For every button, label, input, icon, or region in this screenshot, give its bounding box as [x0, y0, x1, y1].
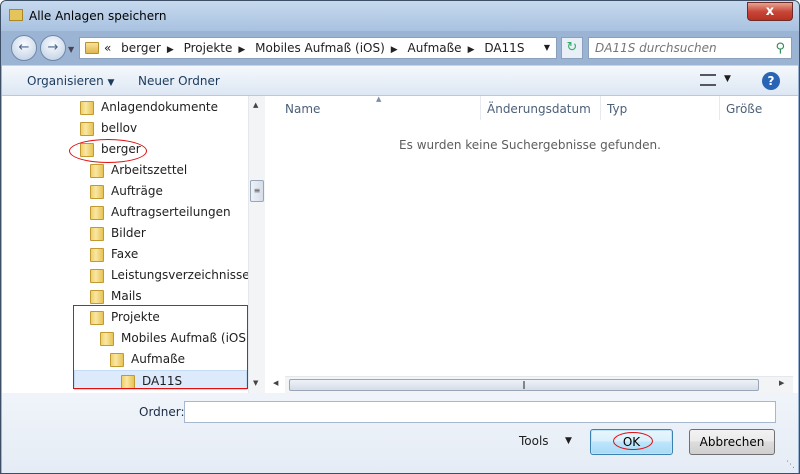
- dialog-body: Anlagendokumente bellov berger Arbeitsze…: [2, 95, 798, 393]
- tree-item-label: Faxe: [111, 247, 139, 261]
- tree-item-faxe[interactable]: Faxe: [90, 244, 138, 264]
- scroll-right-icon[interactable]: ▶: [779, 379, 784, 387]
- breadcrumb-overflow[interactable]: «: [104, 41, 111, 55]
- resize-grip-icon[interactable]: ⋱: [786, 460, 795, 470]
- close-button[interactable]: x: [747, 2, 793, 21]
- tree-item-label: Anlagendokumente: [101, 100, 219, 114]
- chevron-right-icon[interactable]: ▶: [167, 45, 174, 55]
- breadcrumb: « berger ▶ Projekte ▶ Mobiles Aufmaß (iOS)…: [104, 41, 530, 55]
- tree-scrollbar[interactable]: ▲ ≡ ▼: [248, 96, 265, 393]
- tree-item-label: bellov: [101, 121, 138, 135]
- address-row: ← → ▼ « berger ▶ Projekte ▶ Mobiles Aufmaß…: [1, 31, 799, 63]
- folder-icon: [90, 184, 104, 199]
- cancel-button[interactable]: Abbrechen: [689, 429, 775, 455]
- title-bar[interactable]: Alle Anlagen speichern x: [1, 1, 799, 31]
- column-divider[interactable]: [719, 96, 720, 120]
- tree-item-bellov[interactable]: bellov: [80, 118, 137, 138]
- tree-item-label: Auftragserteilungen: [111, 205, 231, 219]
- chevron-right-icon[interactable]: ▶: [391, 45, 398, 55]
- tree-item-label: Bilder: [111, 226, 146, 240]
- refresh-button[interactable]: ↻: [561, 37, 583, 59]
- command-toolbar: Organisieren ▼ Neuer Ordner ▼ ?: [2, 65, 798, 96]
- search-icon[interactable]: ⚲: [775, 41, 785, 56]
- chevron-right-icon[interactable]: ▶: [468, 45, 475, 55]
- forward-button[interactable]: →: [40, 35, 66, 61]
- refresh-icon: ↻: [566, 40, 578, 55]
- file-list: ▲ Name Änderungsdatum Typ Größe Es wurde…: [266, 95, 798, 393]
- folder-icon: [90, 247, 104, 262]
- folder-icon: [90, 163, 104, 178]
- column-header-date[interactable]: Änderungsdatum: [487, 102, 591, 116]
- tree-item-label: Leistungsverzeichnisse: [111, 268, 250, 282]
- breadcrumb-item[interactable]: Mobiles Aufmaß (iOS): [255, 41, 385, 55]
- history-dropdown-icon[interactable]: ▼: [68, 45, 74, 54]
- folder-field-label: Ordner:: [139, 405, 185, 419]
- folder-icon: [90, 205, 104, 220]
- breadcrumb-item[interactable]: Projekte: [184, 41, 233, 55]
- folder-icon: [85, 42, 99, 54]
- tree-item-label: Aufträge: [111, 184, 163, 198]
- folder-icon: [80, 121, 94, 136]
- empty-message: Es wurden keine Suchergebnisse gefunden.: [399, 138, 661, 152]
- organize-label: Organisieren: [27, 74, 104, 88]
- tree-item-label: Mails: [111, 289, 142, 303]
- address-bar[interactable]: « berger ▶ Projekte ▶ Mobiles Aufmaß (iOS)…: [79, 37, 557, 59]
- folder-icon: [90, 226, 104, 241]
- tree-item-anlagendokumente[interactable]: Anlagendokumente: [80, 97, 218, 117]
- folder-icon: [90, 289, 104, 304]
- column-header-name[interactable]: Name: [285, 102, 320, 116]
- tree-item-auftragserteilungen[interactable]: Auftragserteilungen: [90, 202, 231, 222]
- chevron-down-icon: ▼: [107, 78, 115, 88]
- scrollbar-thumb[interactable]: ≡: [250, 180, 264, 202]
- tree-item-auftraege[interactable]: Aufträge: [90, 181, 163, 201]
- chevron-down-icon[interactable]: ▼: [724, 74, 731, 84]
- column-divider[interactable]: [600, 96, 601, 120]
- forward-arrow-icon: →: [47, 40, 59, 55]
- search-box[interactable]: ⚲: [588, 37, 792, 59]
- organize-button[interactable]: Organisieren ▼: [27, 74, 114, 88]
- highlight-ellipse: [613, 432, 653, 450]
- chevron-down-icon[interactable]: ▼: [544, 43, 550, 52]
- scroll-down-icon[interactable]: ▼: [253, 379, 258, 387]
- breadcrumb-item[interactable]: Aufmaße: [408, 41, 462, 55]
- column-header-size[interactable]: Größe: [726, 102, 762, 116]
- breadcrumb-item[interactable]: DA11S: [484, 41, 524, 55]
- scroll-up-icon[interactable]: ▲: [253, 101, 258, 109]
- folder-name-input[interactable]: [184, 401, 776, 423]
- tree-item-bilder[interactable]: Bilder: [90, 223, 146, 243]
- window-title: Alle Anlagen speichern: [29, 9, 167, 23]
- search-input[interactable]: [595, 40, 765, 56]
- breadcrumb-item[interactable]: berger: [121, 41, 161, 55]
- tools-button[interactable]: Tools: [519, 434, 549, 448]
- folder-icon: [80, 100, 94, 115]
- back-arrow-icon: ←: [18, 40, 30, 55]
- dialog-footer: Ordner: Tools ▼ OK Abbrechen ⋱: [2, 393, 798, 473]
- chevron-down-icon[interactable]: ▼: [565, 436, 572, 446]
- folder-icon: [90, 268, 104, 283]
- tree-item-arbeitszettel[interactable]: Arbeitszettel: [90, 160, 187, 180]
- sort-ascending-icon: ▲: [376, 95, 382, 103]
- view-options-icon[interactable]: [700, 74, 716, 86]
- highlight-ellipse: [69, 139, 147, 163]
- tree-item-leistungsverzeichnisse[interactable]: Leistungsverzeichnisse: [90, 265, 250, 285]
- folder-app-icon: [9, 9, 23, 21]
- save-dialog-window: Alle Anlagen speichern x ← → ▼ « berger ▶…: [0, 0, 800, 474]
- help-icon[interactable]: ?: [762, 72, 780, 90]
- chevron-right-icon[interactable]: ▶: [238, 45, 245, 55]
- column-divider[interactable]: [480, 96, 481, 120]
- list-horizontal-scrollbar[interactable]: ◀ ‖ ▶: [273, 376, 793, 393]
- column-header-type[interactable]: Typ: [607, 102, 627, 116]
- navigation-tree: Anlagendokumente bellov berger Arbeitsze…: [2, 96, 265, 393]
- scrollbar-thumb[interactable]: ‖: [289, 379, 759, 391]
- scroll-left-icon[interactable]: ◀: [273, 379, 278, 387]
- highlight-rectangle: [73, 305, 248, 389]
- new-folder-button[interactable]: Neuer Ordner: [138, 74, 220, 88]
- tree-item-label: Arbeitszettel: [111, 163, 188, 177]
- back-button[interactable]: ←: [11, 35, 37, 61]
- tree-item-mails[interactable]: Mails: [90, 286, 142, 306]
